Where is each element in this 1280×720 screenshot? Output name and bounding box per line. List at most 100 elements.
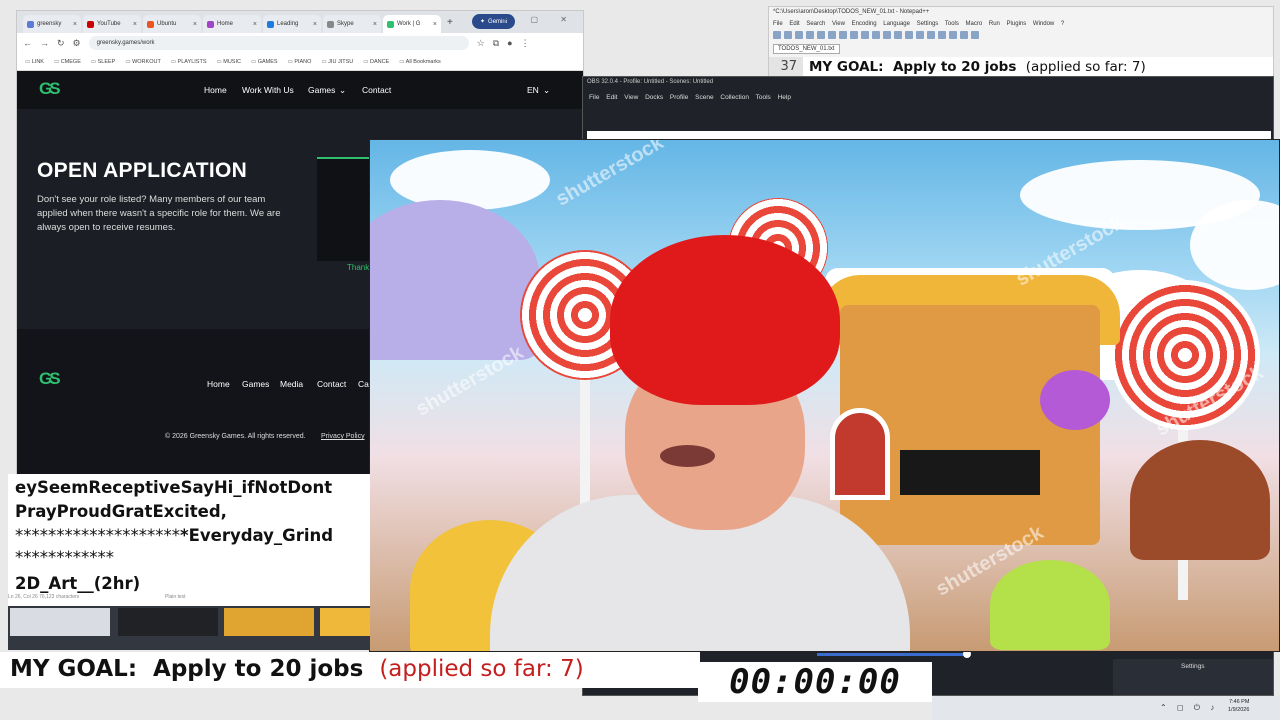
close-icon[interactable]: × [133, 21, 137, 28]
cloud [390, 150, 550, 210]
notepad-menu[interactable]: File Edit Search View Encoding Language … [773, 21, 1064, 27]
thumbnail[interactable] [320, 608, 370, 636]
zoom-out-icon[interactable] [927, 31, 935, 39]
new-file-icon[interactable] [773, 31, 781, 39]
tab-favicon-icon [147, 20, 154, 28]
paste-icon[interactable] [861, 31, 869, 39]
bookmark-folder[interactable]: MUSIC [217, 59, 241, 65]
footer-link-home[interactable]: Home [207, 379, 230, 389]
back-icon[interactable]: ← [23, 38, 32, 48]
close-icon[interactable] [817, 31, 825, 39]
footer-link-contact[interactable]: Contact [317, 379, 346, 389]
menu-icon[interactable]: ⋮ [521, 38, 530, 49]
copy-icon[interactable] [850, 31, 858, 39]
bookmark-folder[interactable]: DANCE [363, 59, 389, 65]
indent-icon[interactable] [949, 31, 957, 39]
nav-contact[interactable]: Contact [362, 85, 391, 95]
settings-button[interactable]: Settings [1181, 663, 1205, 670]
footer-link-games[interactable]: Games [242, 379, 269, 389]
replace-icon[interactable] [905, 31, 913, 39]
zoom-in-icon[interactable] [916, 31, 924, 39]
cut-icon[interactable] [839, 31, 847, 39]
bookmark-folder[interactable]: JIU JITSU [321, 59, 353, 65]
system-tray-icons[interactable]: ⌃ ◻ ⏻ ♪ [1160, 703, 1218, 713]
close-icon[interactable]: × [313, 21, 317, 28]
chevron-down-icon[interactable]: ⌄ [339, 85, 346, 96]
play-icon[interactable] [971, 31, 979, 39]
notepad-file-tab[interactable]: TODOS_NEW_01.txt [773, 44, 840, 54]
browser-tab[interactable]: Skype × [323, 15, 381, 33]
bookmark-folder[interactable]: SLEEP [91, 59, 116, 65]
bookmark-folder[interactable]: PIANO [288, 59, 311, 65]
close-icon[interactable]: × [73, 21, 77, 28]
wrap-icon[interactable] [938, 31, 946, 39]
nav-work-with-us[interactable]: Work With Us [242, 85, 294, 95]
obs-menu[interactable]: File Edit View Docks Profile Scene Colle… [589, 94, 791, 101]
bookmark-star-icon[interactable]: ☆ [477, 38, 485, 49]
tab-favicon-icon [327, 20, 334, 28]
language-selector[interactable]: EN [527, 85, 539, 95]
thumbnail[interactable] [118, 608, 218, 636]
thumbnail[interactable] [224, 608, 314, 636]
footer-link-careers[interactable]: Ca [358, 379, 369, 389]
nav-home[interactable]: Home [204, 85, 227, 95]
save-all-icon[interactable] [806, 31, 814, 39]
volume-slider[interactable] [817, 653, 967, 656]
site-info-icon[interactable]: ⚙ [73, 38, 81, 49]
candy [990, 560, 1110, 650]
stream-timer: 00:00:00 [698, 662, 932, 702]
new-tab-icon[interactable]: + [447, 17, 453, 28]
section-body: Don't see your role listed? Many members… [37, 194, 281, 233]
find-icon[interactable] [894, 31, 902, 39]
bookmark-folder[interactable]: LINK [25, 59, 44, 65]
url-field[interactable]: greensky.games/work [88, 36, 469, 50]
close-icon[interactable]: × [373, 21, 377, 28]
bookmark-folder[interactable]: GAMES [251, 59, 278, 65]
browser-tab[interactable]: greensky × [23, 15, 81, 33]
close-icon[interactable]: × [433, 21, 437, 28]
redo-icon[interactable] [883, 31, 891, 39]
thank-you-text: Thank [347, 263, 370, 272]
save-icon[interactable] [795, 31, 803, 39]
footer-logo[interactable]: GS [39, 369, 69, 391]
goal-text: MY GOAL: Apply to 20 jobs (applied so fa… [10, 656, 584, 682]
tab-favicon-icon [387, 20, 394, 28]
privacy-policy-link[interactable]: Privacy Policy [321, 433, 365, 440]
all-bookmarks[interactable]: All Bookmarks [399, 59, 441, 65]
line-number: 37 [769, 57, 803, 77]
browser-tab-active[interactable]: Work | G × [383, 15, 441, 33]
thumbnail[interactable] [10, 608, 110, 636]
browser-tab[interactable]: Ubuntu × [143, 15, 201, 33]
tab-favicon-icon [207, 20, 214, 28]
window-controls[interactable]: – ▢ ✕ [504, 15, 577, 24]
browser-tab[interactable]: Home × [203, 15, 261, 33]
open-icon[interactable] [784, 31, 792, 39]
chocolate-candy [1130, 440, 1270, 560]
browser-tab[interactable]: YouTube × [83, 15, 141, 33]
obs-preview [587, 131, 1271, 139]
footer-link-media[interactable]: Media [280, 379, 303, 389]
notepad-editor-line[interactable]: 37 MY GOAL: Apply to 20 jobs (applied so… [769, 57, 1273, 77]
address-bar-row: ← → ↻ ⚙ greensky.games/work ☆ ⧉ ● ⋮ [17, 33, 583, 53]
extensions-icon[interactable]: ⧉ [493, 38, 499, 49]
close-icon[interactable]: × [253, 21, 257, 28]
chevron-down-icon[interactable]: ⌄ [543, 85, 550, 96]
print-icon[interactable] [828, 31, 836, 39]
site-logo[interactable]: GS [39, 79, 69, 101]
nav-games[interactable]: Games [308, 85, 335, 95]
tab-favicon-icon [267, 20, 274, 28]
text-line: 2D_Art__(2hr) [15, 574, 141, 593]
undo-icon[interactable] [872, 31, 880, 39]
close-icon[interactable]: × [193, 21, 197, 28]
bookmark-folder[interactable]: PLAYLISTS [171, 59, 207, 65]
bookmark-folder[interactable]: CMEGE [54, 59, 81, 65]
reload-icon[interactable]: ↻ [57, 38, 65, 49]
bookmark-folder[interactable]: WORKOUT [125, 59, 161, 65]
record-icon[interactable] [960, 31, 968, 39]
taskbar-clock[interactable]: 7:46 PM 1/9/2026 [1228, 698, 1249, 714]
webcam-overlay: shutterstock shutterstock shutterstock s… [369, 139, 1280, 652]
browser-tab[interactable]: Leading × [263, 15, 321, 33]
profile-avatar[interactable]: ● [507, 38, 512, 48]
forward-icon[interactable]: → [40, 38, 49, 48]
editor-encoding: Plain text [165, 594, 186, 600]
